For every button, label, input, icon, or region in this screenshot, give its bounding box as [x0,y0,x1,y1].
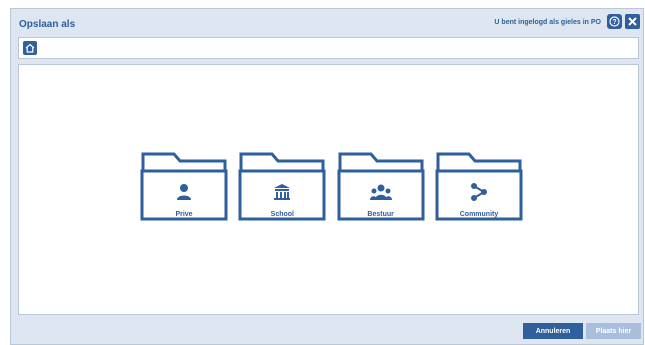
folder-label: School [270,211,294,218]
save-as-dialog: Opslaan als U bent ingelogd als gieles i… [10,8,644,345]
home-button[interactable] [23,41,37,55]
folder-label: Prive [175,211,193,218]
folder-area: Prive School Bestuur Community [18,64,639,315]
folder-list: Prive School Bestuur Community [140,151,523,223]
home-icon [25,43,35,53]
svg-text:?: ? [612,19,616,26]
close-button[interactable] [625,14,640,29]
school-icon [274,184,291,200]
breadcrumb [18,37,639,59]
folder-label: Bestuur [367,211,394,218]
login-status: U bent ingelogd als gieles in PO [494,19,601,26]
help-icon: ? [609,16,620,27]
folder-label: Community [459,211,499,218]
dialog-title: Opslaan als [19,19,76,30]
cancel-button[interactable]: Annuleren [523,323,583,339]
folder-community[interactable]: Community [435,151,523,223]
place-here-button[interactable]: Plaats hier [586,323,641,339]
help-button[interactable]: ? [607,14,622,29]
folder-bestuur[interactable]: Bestuur [337,151,425,223]
folder-school[interactable]: School [238,151,326,223]
folder-prive[interactable]: Prive [140,151,228,223]
group-icon [369,184,392,200]
person-icon [177,184,191,200]
close-icon [628,17,637,26]
share-icon [470,183,487,201]
